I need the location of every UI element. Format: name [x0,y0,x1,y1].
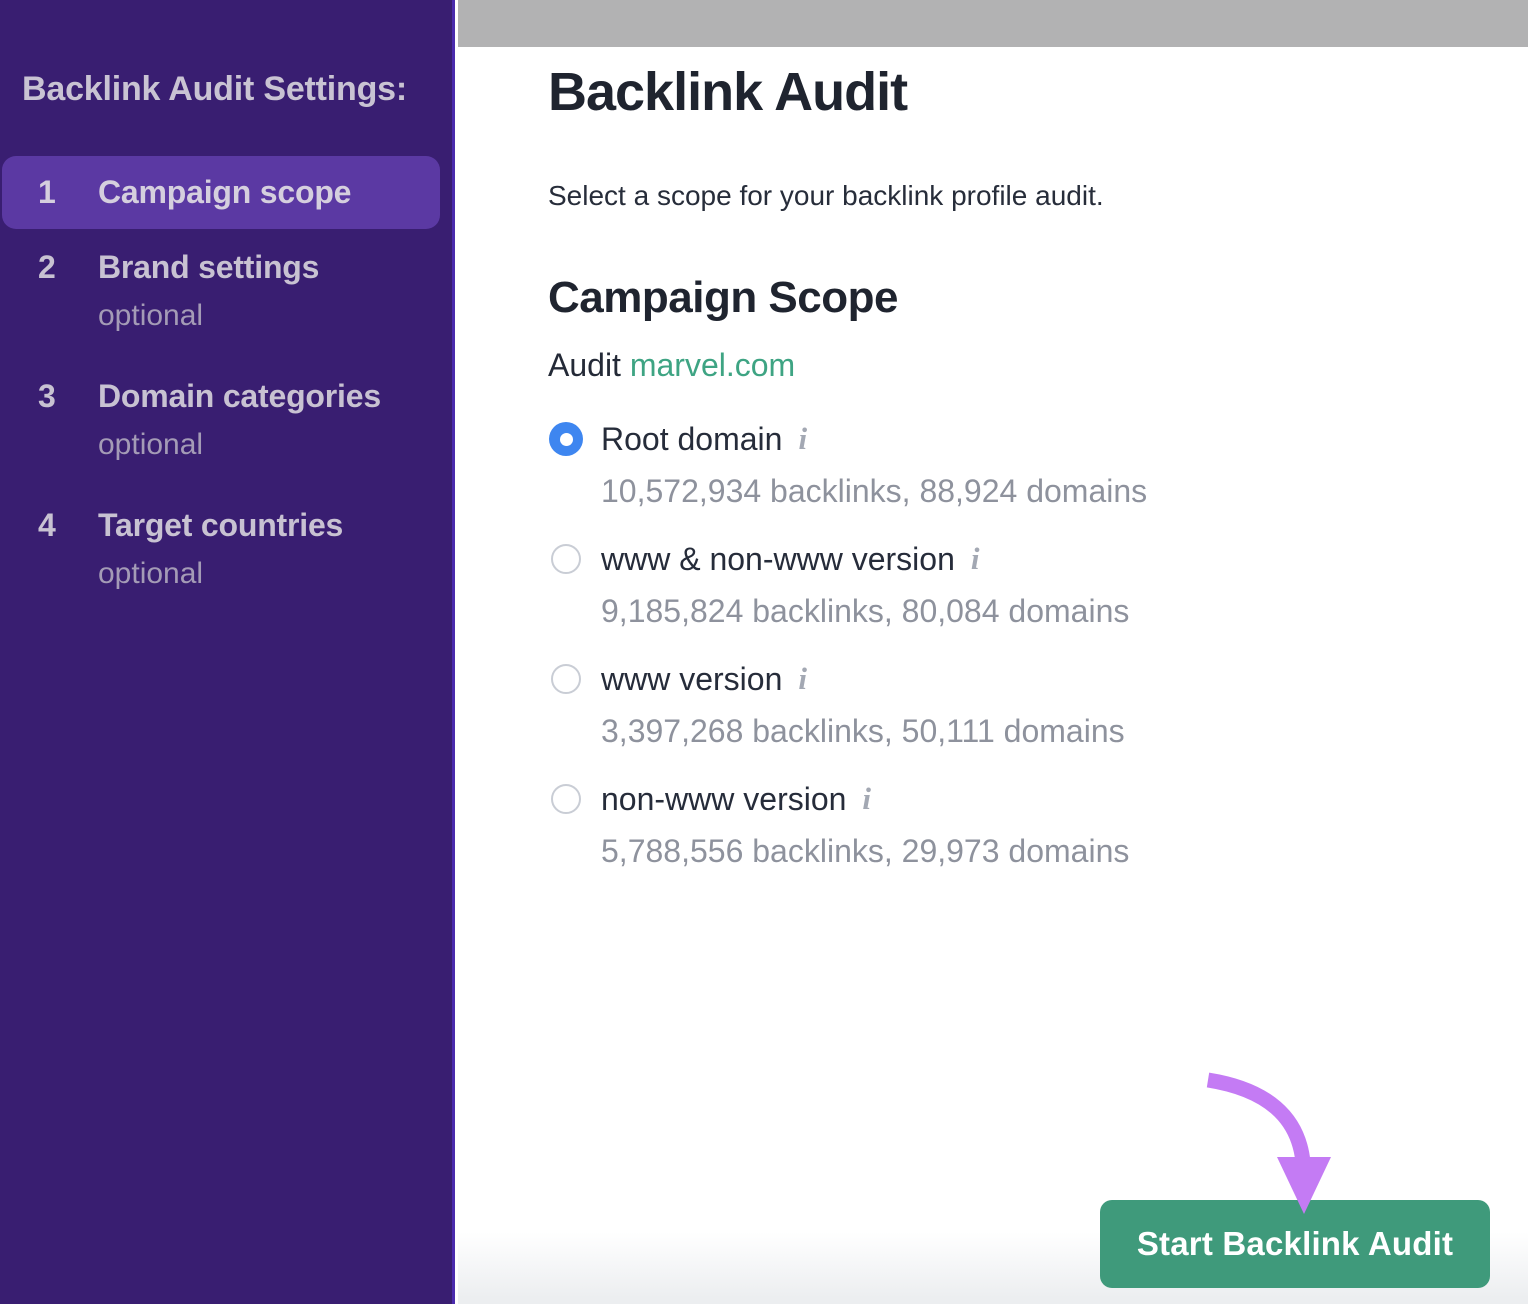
audit-domain-link[interactable]: marvel.com [630,347,795,383]
option-stats: 9,185,824 backlinks, 80,084 domains [601,589,1488,633]
scope-option-root-domain: Root domain i 10,572,934 backlinks, 88,9… [548,417,1488,513]
audit-target-line: Audit marvel.com [548,343,1488,387]
step-label: Brand settings [98,249,319,286]
option-stats: 5,788,556 backlinks, 29,973 domains [601,829,1488,873]
settings-steps: 1 Campaign scope 2 Brand settings option… [0,156,452,594]
step-optional-tag: optional [98,296,452,336]
sidebar-item-campaign-scope[interactable]: 1 Campaign scope [2,156,440,229]
option-label: non-www version [601,777,846,821]
sidebar-title: Backlink Audit Settings: [22,62,432,116]
radio-non-www[interactable] [551,784,581,814]
step-label: Campaign scope [98,174,351,211]
settings-sidebar: Backlink Audit Settings: 1 Campaign scop… [0,0,455,1304]
radio-www-and-non-www[interactable] [551,544,581,574]
scope-options: Root domain i 10,572,934 backlinks, 88,9… [548,417,1488,873]
info-icon[interactable]: i [798,421,807,457]
radio-www[interactable] [551,664,581,694]
option-stats: 3,397,268 backlinks, 50,111 domains [601,709,1488,753]
sidebar-item-brand-settings[interactable]: 2 Brand settings optional [0,249,452,336]
option-stats: 10,572,934 backlinks, 88,924 domains [601,469,1488,513]
step-number: 2 [38,249,98,286]
main-panel: Backlink Audit Select a scope for your b… [458,0,1528,1304]
option-label: Root domain [601,417,782,461]
step-number: 1 [38,174,98,211]
page-subtitle: Select a scope for your backlink profile… [548,175,1488,217]
info-icon[interactable]: i [971,541,980,577]
step-optional-tag: optional [98,425,452,465]
info-icon[interactable]: i [862,781,871,817]
step-number: 3 [38,378,98,415]
section-title: Campaign Scope [548,269,1488,327]
scope-option-www: www version i 3,397,268 backlinks, 50,11… [548,657,1488,753]
option-label: www & non-www version [601,537,955,581]
step-number: 4 [38,507,98,544]
scope-option-row[interactable]: non-www version i [548,777,1488,821]
audit-label: Audit [548,347,621,383]
scope-option-non-www: non-www version i 5,788,556 backlinks, 2… [548,777,1488,873]
step-label: Domain categories [98,378,381,415]
start-backlink-audit-button[interactable]: Start Backlink Audit [1100,1200,1490,1288]
main-content: Backlink Audit Select a scope for your b… [458,61,1528,873]
step-label: Target countries [98,507,343,544]
radio-root-domain[interactable] [549,422,583,456]
scope-option-row[interactable]: Root domain i [548,417,1488,461]
page-title: Backlink Audit [548,61,1488,123]
scope-option-row[interactable]: www version i [548,657,1488,701]
sidebar-item-target-countries[interactable]: 4 Target countries optional [0,507,452,594]
step-optional-tag: optional [98,554,452,594]
top-chrome-bar [458,0,1528,47]
option-label: www version [601,657,782,701]
info-icon[interactable]: i [798,661,807,697]
scope-option-www-and-non-www: www & non-www version i 9,185,824 backli… [548,537,1488,633]
scope-option-row[interactable]: www & non-www version i [548,537,1488,581]
sidebar-item-domain-categories[interactable]: 3 Domain categories optional [0,378,452,465]
backlink-audit-setup-window: Backlink Audit Settings: 1 Campaign scop… [0,0,1528,1304]
